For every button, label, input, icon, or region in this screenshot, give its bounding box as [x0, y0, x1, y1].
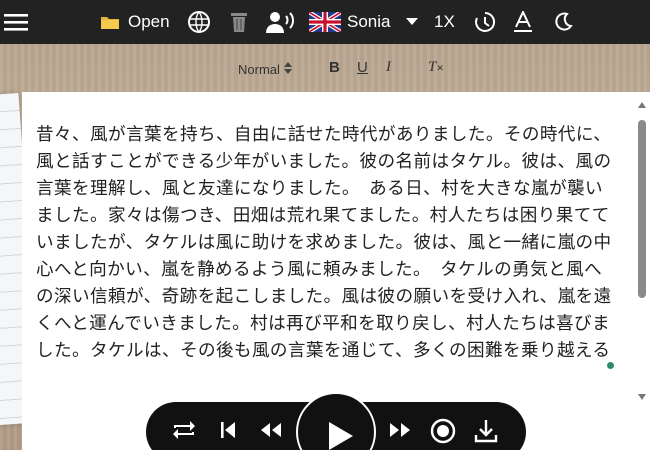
skip-back-icon[interactable] [218, 418, 238, 446]
moon-icon[interactable] [553, 0, 573, 44]
uk-flag-icon [309, 12, 341, 32]
open-button[interactable]: Open [100, 0, 170, 44]
repeat-icon[interactable] [171, 418, 197, 446]
scroll-down-arrow-icon[interactable] [638, 394, 646, 400]
font-icon[interactable] [513, 0, 533, 44]
clear-x-icon: ✕ [436, 63, 444, 73]
scrollbar-thumb[interactable] [638, 120, 646, 298]
play-icon [329, 422, 353, 450]
hamburger-menu-icon[interactable] [4, 0, 28, 44]
editor-scrollbar[interactable] [636, 102, 648, 402]
timer-icon[interactable] [474, 0, 496, 44]
voice-label: Sonia [347, 12, 391, 31]
paragraph-style-select[interactable]: Normal [238, 62, 292, 77]
clear-format-button[interactable]: T✕ [428, 59, 444, 76]
speed-button[interactable]: 1X [434, 0, 455, 44]
updown-arrow-icon [283, 62, 292, 77]
trash-icon[interactable] [229, 0, 249, 44]
open-label: Open [128, 12, 170, 31]
top-toolbar: Open Sonia 1X [0, 0, 650, 44]
fast-forward-icon[interactable] [387, 418, 413, 446]
reading-position-marker [607, 362, 614, 369]
rewind-icon[interactable] [258, 418, 284, 446]
record-icon[interactable] [430, 418, 456, 448]
www-globe-icon[interactable] [187, 0, 211, 44]
download-icon[interactable] [474, 418, 498, 448]
italic-button[interactable]: I [386, 59, 391, 76]
speaker-person-icon[interactable] [266, 0, 296, 44]
underline-button[interactable]: U [357, 59, 368, 76]
voice-selector[interactable]: Sonia [309, 0, 419, 44]
folder-icon [100, 14, 120, 30]
chevron-down-icon [406, 18, 419, 26]
paragraph-style-value: Normal [238, 62, 280, 77]
bold-button[interactable]: B [329, 59, 340, 76]
format-toolbar: Normal B U I T✕ [0, 52, 650, 88]
editor-content[interactable]: 昔々、風が言葉を持ち、自由に話せた時代がありました。その時代に、風と話すことがで… [36, 122, 620, 422]
scroll-up-arrow-icon[interactable] [638, 102, 646, 108]
